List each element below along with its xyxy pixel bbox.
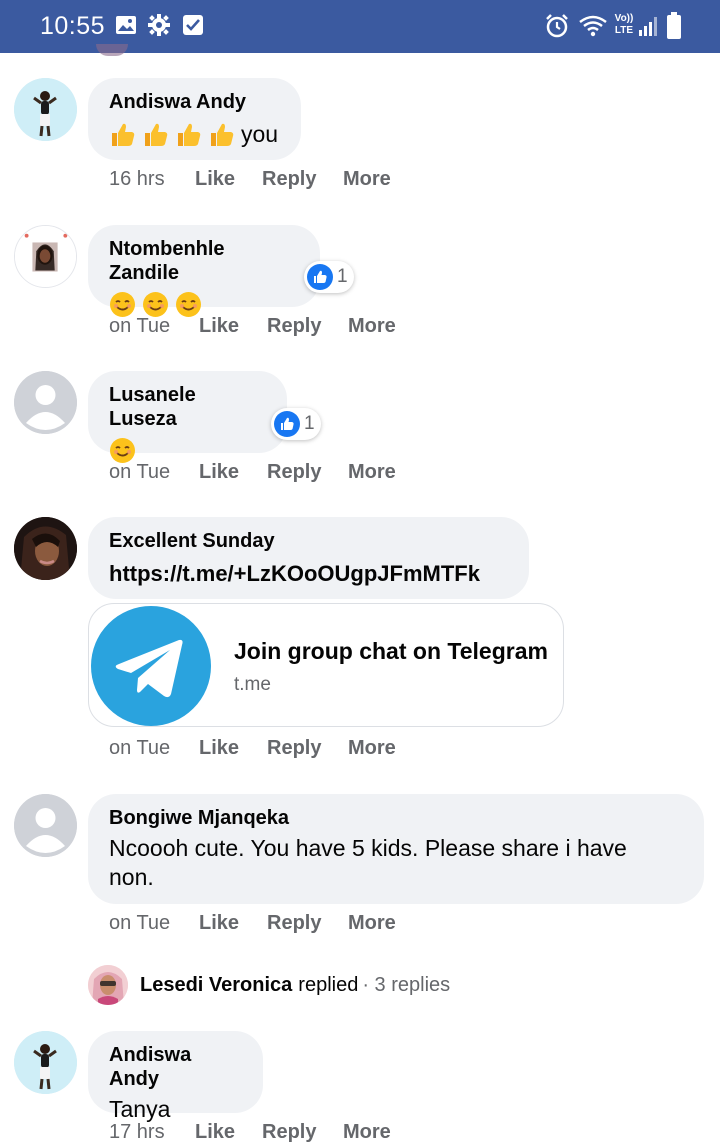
like-button[interactable]: Like bbox=[199, 912, 267, 935]
comment-link[interactable]: https://t.me/+LzKOoOUgpJFmMTFk bbox=[109, 559, 509, 588]
reaction-badge[interactable]: 1 bbox=[271, 408, 321, 440]
comment-author[interactable]: Andiswa Andy bbox=[109, 1043, 243, 1091]
more-button[interactable]: More bbox=[348, 912, 396, 935]
reply-button[interactable]: Reply bbox=[267, 912, 348, 935]
checkbox-icon bbox=[183, 15, 203, 35]
comment-author[interactable]: Ntombenhle Zandile bbox=[109, 237, 300, 285]
gallery-icon bbox=[116, 16, 136, 34]
link-domain: t.me bbox=[234, 674, 271, 695]
comment-actions: on Tue Like Reply More bbox=[109, 737, 396, 760]
comment-actions: 17 hrs Like Reply More bbox=[109, 1121, 391, 1144]
default-profile-icon bbox=[14, 794, 77, 857]
comment-time[interactable]: on Tue bbox=[109, 737, 199, 760]
signal-icon bbox=[639, 17, 657, 36]
comment-text: Tanya bbox=[109, 1096, 171, 1122]
smiling-face-emoji-icon bbox=[110, 292, 135, 317]
comment-actions: on Tue Like Reply More bbox=[109, 461, 396, 484]
comment-author[interactable]: Lusanele Luseza bbox=[109, 383, 267, 431]
comment-time[interactable]: on Tue bbox=[109, 315, 199, 338]
comment-actions: 16 hrs Like Reply More bbox=[109, 168, 391, 191]
comment-bubble[interactable]: Andiswa Andy Tanya bbox=[88, 1031, 263, 1122]
comment-bubble[interactable]: Excellent Sunday https://t.me/+LzKOoOUgp… bbox=[88, 517, 529, 599]
comment-actions: on Tue Like Reply More bbox=[109, 315, 396, 338]
reply-button[interactable]: Reply bbox=[267, 315, 348, 338]
comment-bubble[interactable]: Andiswa Andy you bbox=[88, 78, 301, 160]
more-button[interactable]: More bbox=[343, 168, 391, 191]
like-button[interactable]: Like bbox=[195, 168, 262, 191]
reply-button[interactable]: Reply bbox=[267, 737, 348, 760]
comment-bubble[interactable]: Lusanele Luseza bbox=[88, 371, 287, 463]
reply-button[interactable]: Reply bbox=[262, 168, 343, 191]
comment-time[interactable]: on Tue bbox=[109, 461, 199, 484]
more-button[interactable]: More bbox=[348, 461, 396, 484]
settings-gear-icon bbox=[148, 14, 170, 36]
battery-icon bbox=[667, 12, 681, 39]
like-button[interactable]: Like bbox=[195, 1121, 262, 1144]
avatar[interactable] bbox=[14, 794, 77, 857]
avatar[interactable] bbox=[14, 1031, 77, 1094]
alarm-icon bbox=[546, 14, 568, 38]
comment-author[interactable]: Excellent Sunday bbox=[109, 529, 509, 553]
smiling-face-emoji-icon bbox=[110, 438, 135, 463]
avatar[interactable] bbox=[14, 517, 77, 580]
volte-bottom-text: LTE bbox=[614, 25, 634, 36]
like-reaction-icon bbox=[274, 411, 300, 437]
like-button[interactable]: Like bbox=[199, 315, 267, 338]
more-button[interactable]: More bbox=[343, 1121, 391, 1144]
avatar[interactable] bbox=[14, 225, 77, 288]
default-profile-icon bbox=[14, 371, 77, 434]
previous-avatar-edge bbox=[96, 44, 128, 56]
comment-bubble[interactable]: Ntombenhle Zandile bbox=[88, 225, 320, 317]
link-title[interactable]: Join group chat on Telegram bbox=[234, 638, 548, 665]
reaction-badge[interactable]: 1 bbox=[304, 261, 354, 293]
like-button[interactable]: Like bbox=[199, 461, 267, 484]
like-reaction-icon bbox=[307, 264, 333, 290]
replies-link[interactable]: Lesedi Veronica replied · 3 replies bbox=[88, 964, 450, 1006]
volte-top-text: Vo)) bbox=[614, 13, 634, 24]
comment-text-line-2: non. bbox=[109, 864, 154, 890]
comment-actions: on Tue Like Reply More bbox=[109, 912, 396, 935]
reply-author[interactable]: Lesedi Veronica bbox=[140, 974, 292, 997]
comment-time[interactable]: 16 hrs bbox=[109, 168, 195, 191]
more-button[interactable]: More bbox=[348, 315, 396, 338]
reaction-count: 1 bbox=[304, 413, 315, 434]
thumbs-up-emoji-icon bbox=[112, 123, 135, 146]
comment-text: you bbox=[241, 121, 279, 147]
thumbs-up-emoji-icon bbox=[211, 123, 234, 146]
avatar[interactable] bbox=[14, 371, 77, 434]
comment-bubble[interactable]: Bongiwe Mjanqeka Ncoooh cute. You have 5… bbox=[88, 794, 704, 904]
reaction-count: 1 bbox=[337, 266, 348, 287]
smiling-face-emoji-icon bbox=[176, 292, 201, 317]
smiling-face-emoji-icon bbox=[143, 292, 168, 317]
replied-label: replied bbox=[298, 973, 359, 996]
reply-button[interactable]: Reply bbox=[267, 461, 348, 484]
comment-author[interactable]: Andiswa Andy bbox=[109, 90, 281, 114]
comment-time[interactable]: on Tue bbox=[109, 912, 199, 935]
more-button[interactable]: More bbox=[348, 737, 396, 760]
status-time: 10:55 bbox=[40, 12, 106, 40]
thumbs-up-emoji-icon bbox=[145, 123, 168, 146]
wifi-icon bbox=[579, 15, 607, 37]
volte-icon: Vo)) LTE bbox=[612, 13, 636, 37]
comment-time[interactable]: 17 hrs bbox=[109, 1121, 195, 1144]
like-button[interactable]: Like bbox=[199, 737, 267, 760]
thumbs-up-emoji-icon bbox=[178, 123, 201, 146]
reply-count[interactable]: · 3 replies bbox=[362, 974, 450, 997]
comment-author[interactable]: Bongiwe Mjanqeka bbox=[109, 806, 684, 830]
link-preview-card[interactable]: Join group chat on Telegram t.me bbox=[88, 603, 564, 727]
telegram-icon bbox=[91, 606, 211, 726]
reply-button[interactable]: Reply bbox=[262, 1121, 343, 1144]
comment-text-line-1: Ncoooh cute. You have 5 kids. Please sha… bbox=[109, 835, 627, 861]
avatar[interactable] bbox=[14, 78, 77, 141]
reply-avatar bbox=[88, 965, 128, 1005]
